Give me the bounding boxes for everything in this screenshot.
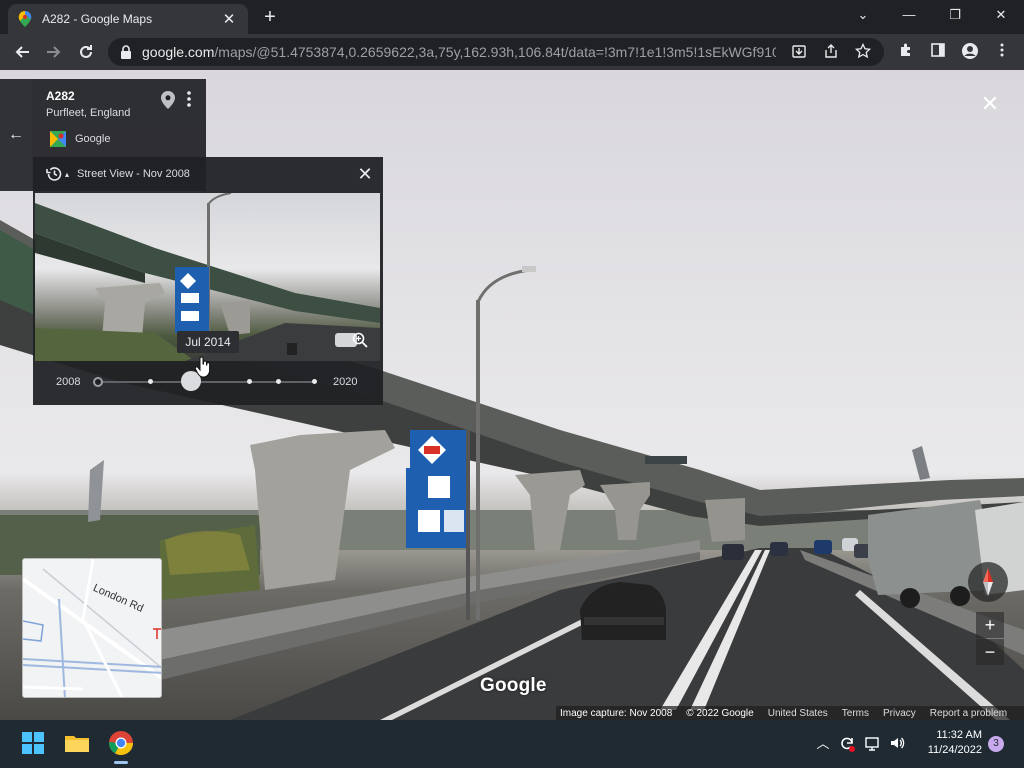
tab-google-maps[interactable]: A282 - Google Maps ✕ (8, 4, 248, 34)
location-pin-icon[interactable] (161, 91, 175, 109)
zoom-preview-icon[interactable] (352, 332, 368, 348)
place-title: A282 (46, 89, 75, 103)
selected-date-tooltip: Jul 2014 (177, 331, 239, 353)
terms-link[interactable]: Terms (842, 708, 869, 719)
timeline-end-year: 2020 (333, 376, 358, 388)
new-tab-button[interactable]: + (258, 6, 282, 30)
region-link[interactable]: United States (768, 708, 828, 719)
report-problem-link[interactable]: Report a problem (930, 708, 1007, 719)
history-clock-icon[interactable] (45, 165, 63, 183)
timeline-tick[interactable] (276, 379, 281, 384)
timeline-track[interactable] (97, 381, 316, 383)
zoom-out-button[interactable]: − (976, 639, 1004, 665)
caret-up-icon[interactable]: ▴ (65, 170, 69, 179)
place-location: Purfleet, England (46, 107, 131, 119)
time-travel-header[interactable]: ▴ Street View - Nov 2008 (33, 157, 383, 191)
minimize-button[interactable]: — (886, 4, 932, 26)
google-maps-logo-icon (50, 131, 66, 147)
windows-start-icon[interactable] (16, 726, 50, 760)
file-explorer-icon[interactable] (60, 726, 94, 760)
restore-button[interactable]: ❐ (932, 4, 978, 26)
reload-icon (80, 45, 92, 58)
arrow-right-icon (47, 46, 61, 58)
forward-button[interactable] (42, 40, 66, 64)
extensions-puzzle-icon[interactable] (896, 42, 916, 62)
zoom-in-button[interactable]: + (976, 612, 1004, 638)
street-view-date-label: Street View - Nov 2008 (77, 168, 190, 180)
image-capture-date: Image capture: Nov 2008 (560, 707, 673, 719)
mini-map[interactable] (22, 558, 162, 698)
notification-count-badge[interactable]: 3 (988, 736, 1004, 752)
attribution-footer: Image capture: Nov 2008 © 2022 Google Un… (556, 706, 1024, 720)
system-clock[interactable]: 11:32 AM 11/24/2022 (920, 728, 982, 758)
close-street-view-button[interactable]: ✕ (978, 92, 1002, 116)
arrow-left-icon (15, 46, 29, 58)
mini-map-roads (23, 559, 161, 697)
chrome-icon[interactable] (104, 726, 138, 760)
close-time-travel-button[interactable]: ✕ (354, 163, 376, 185)
privacy-link[interactable]: Privacy (883, 708, 916, 719)
bookmark-star-icon[interactable] (854, 42, 872, 61)
address-bar[interactable]: google.com/maps/@51.4753874,0.2659622,3a… (108, 38, 884, 66)
browser-toolbar: google.com/maps/@51.4753874,0.2659622,3a… (0, 34, 1024, 70)
google-watermark-logo: Google (480, 675, 547, 696)
back-button[interactable] (10, 40, 34, 64)
window-close-button[interactable]: ✕ (978, 4, 1024, 26)
lock-icon[interactable] (120, 45, 132, 59)
clock-date: 11/24/2022 (927, 744, 982, 756)
hand-cursor-icon (194, 356, 211, 378)
back-to-map-button[interactable]: ← (0, 79, 32, 191)
timeline-tick[interactable] (148, 379, 153, 384)
copyright-notice: © 2022 Google (686, 707, 754, 719)
image-source-label: Google (75, 133, 111, 145)
reload-button[interactable] (74, 40, 98, 64)
timeline-tick[interactable] (312, 379, 317, 384)
arrow-back-icon: ← (8, 126, 24, 143)
more-options-icon[interactable] (183, 91, 195, 107)
sync-alert-icon[interactable] (838, 735, 856, 753)
install-app-icon[interactable] (790, 43, 808, 61)
clock-time: 11:32 AM (936, 729, 982, 741)
show-hidden-icons-chevron[interactable]: ︿ (814, 735, 832, 753)
active-app-indicator (114, 761, 128, 764)
maps-pin-icon (18, 11, 32, 27)
timeline-current-marker[interactable] (93, 377, 103, 387)
timeline-start-year: 2008 (56, 376, 81, 388)
tab-strip: A282 - Google Maps ✕ + ⌄ — ❐ ✕ (0, 0, 1024, 34)
volume-icon[interactable] (888, 735, 906, 753)
network-icon[interactable] (864, 735, 882, 753)
browser-menu-icon[interactable] (992, 42, 1012, 62)
profile-avatar-icon[interactable] (960, 42, 980, 62)
url-text[interactable]: google.com/maps/@51.4753874,0.2659622,3a… (142, 44, 776, 60)
share-icon[interactable] (822, 43, 840, 61)
timeline-tick[interactable] (247, 379, 252, 384)
compass-icon (983, 568, 993, 596)
side-panel-icon[interactable] (928, 42, 948, 62)
tab-close-icon[interactable]: ✕ (220, 10, 238, 28)
compass-button[interactable] (968, 562, 1008, 602)
tab-title: A282 - Google Maps (42, 12, 153, 26)
tab-search-button[interactable]: ⌄ (840, 4, 886, 26)
